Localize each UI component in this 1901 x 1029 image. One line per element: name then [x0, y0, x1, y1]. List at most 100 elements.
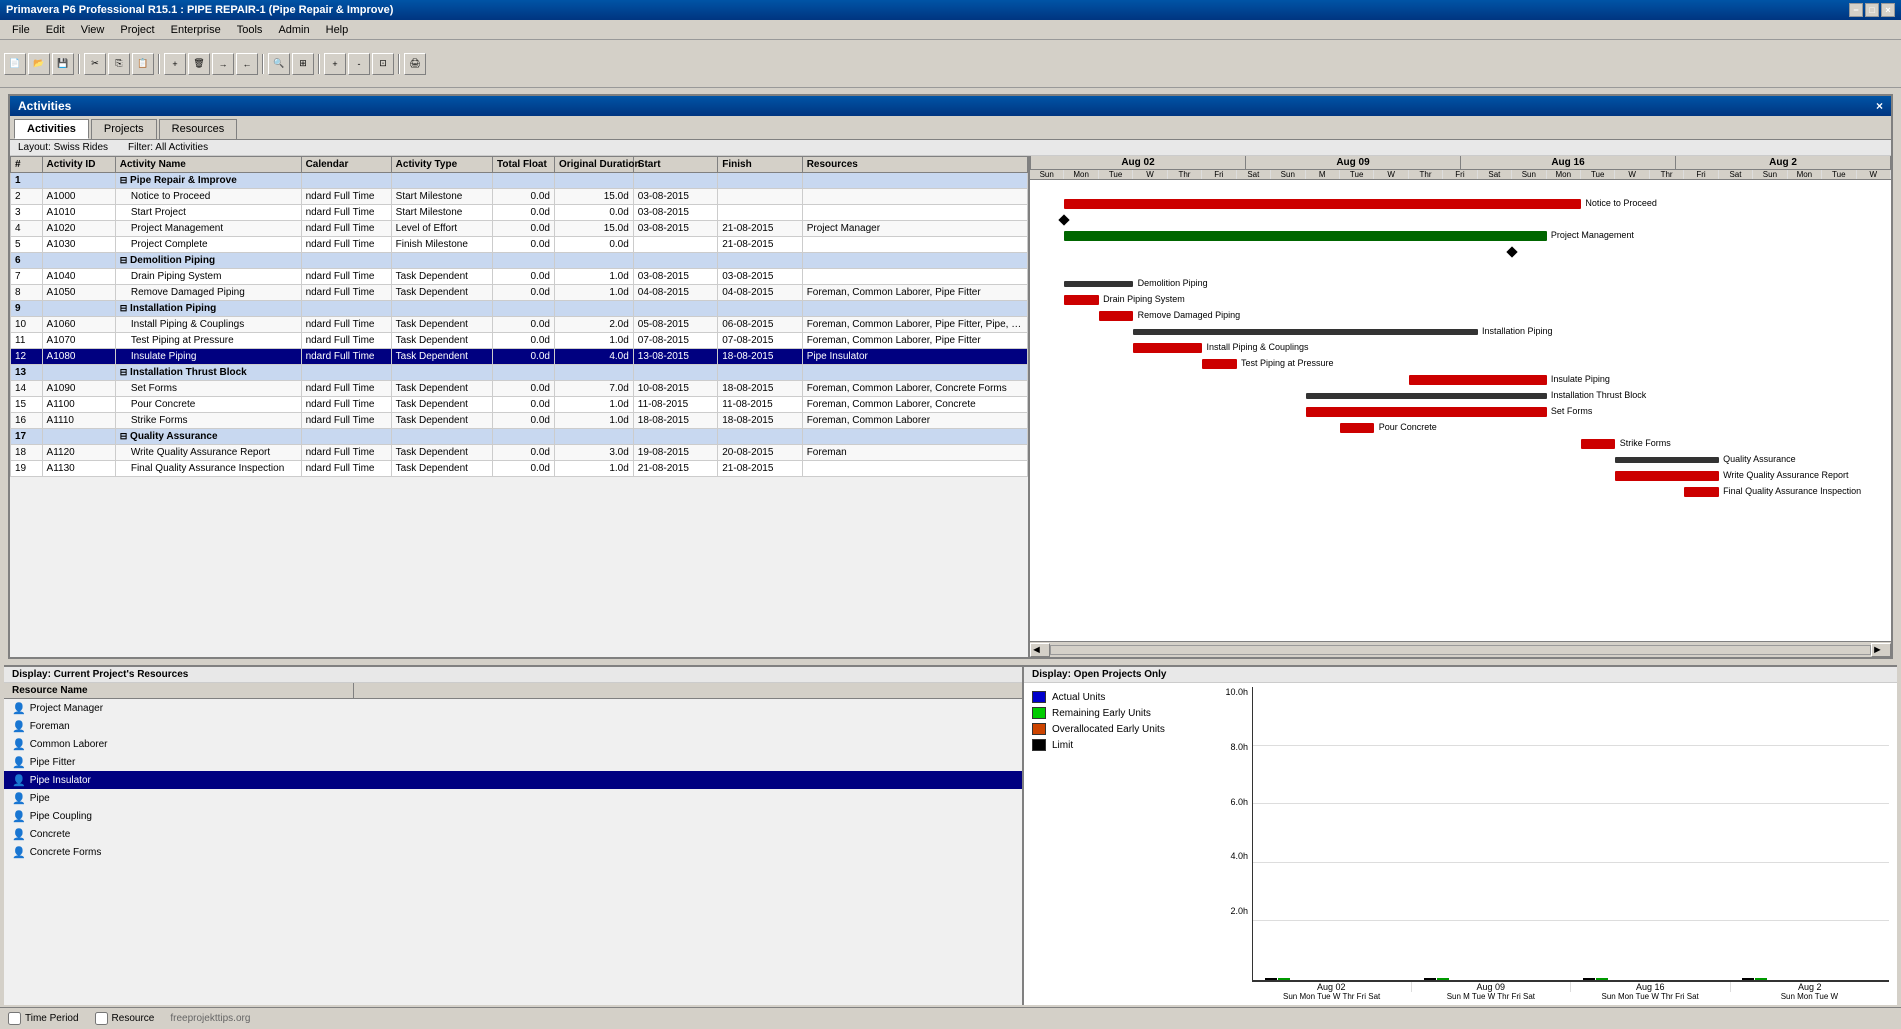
gantt-day-24: W	[1857, 170, 1891, 179]
table-row[interactable]: 17 ⊟ Quality Assurance	[11, 429, 1028, 445]
col-header-num[interactable]: #	[11, 157, 43, 173]
cell-res: Foreman, Common Laborer, Pipe Fitter	[802, 333, 1027, 349]
menu-file[interactable]: File	[4, 22, 38, 38]
cell-id: A1050	[42, 285, 115, 301]
tab-resources[interactable]: Resources	[159, 119, 238, 139]
resource-label: Resource	[112, 1013, 155, 1024]
resource-item[interactable]: 👤Foreman	[4, 717, 1022, 735]
table-row[interactable]: 1 ⊟ Pipe Repair & Improve	[11, 173, 1028, 189]
print-btn[interactable]: 🖨	[404, 53, 426, 75]
table-row[interactable]: 5 A1030 Project Complete ndard Full Time…	[11, 237, 1028, 253]
cell-name: ⊟ Installation Thrust Block	[115, 365, 301, 381]
delete-btn[interactable]: 🗑	[188, 53, 210, 75]
time-period-checkbox-item: Time Period	[8, 1012, 79, 1025]
menu-edit[interactable]: Edit	[38, 22, 73, 38]
minimize-btn[interactable]: −	[1849, 3, 1863, 17]
menu-project[interactable]: Project	[112, 22, 162, 38]
time-period-checkbox[interactable]	[8, 1012, 21, 1025]
table-row[interactable]: 15 A1100 Pour Concrete ndard Full Time T…	[11, 397, 1028, 413]
resource-item[interactable]: 👤Project Manager	[4, 699, 1022, 717]
resource-item[interactable]: 👤Common Laborer	[4, 735, 1022, 753]
col-header-type[interactable]: Activity Type	[391, 157, 492, 173]
zoom-in-btn[interactable]: +	[324, 53, 346, 75]
table-row[interactable]: 18 A1120 Write Quality Assurance Report …	[11, 445, 1028, 461]
resource-item[interactable]: 👤Concrete Forms	[4, 843, 1022, 861]
cell-res: Foreman	[802, 445, 1027, 461]
col-header-start[interactable]: Start	[633, 157, 717, 173]
outdent-btn[interactable]: ←	[236, 53, 258, 75]
table-row[interactable]: 3 A1010 Start Project ndard Full Time St…	[11, 205, 1028, 221]
table-row[interactable]: 14 A1090 Set Forms ndard Full Time Task …	[11, 381, 1028, 397]
menu-tools[interactable]: Tools	[229, 22, 271, 38]
menu-help[interactable]: Help	[318, 22, 357, 38]
open-btn[interactable]: 📂	[28, 53, 50, 75]
tab-activities[interactable]: Activities	[14, 119, 89, 139]
panel-title-bar: Activities ×	[10, 96, 1891, 116]
cell-id: A1020	[42, 221, 115, 237]
resource-item[interactable]: 👤Concrete	[4, 825, 1022, 843]
gantt-bar-row: Remove Damaged Piping	[1030, 308, 1891, 324]
add-btn[interactable]: +	[164, 53, 186, 75]
paste-btn[interactable]: 📋	[132, 53, 154, 75]
col-header-res[interactable]: Resources	[802, 157, 1027, 173]
cell-num: 16	[11, 413, 43, 429]
table-row[interactable]: 8 A1050 Remove Damaged Piping ndard Full…	[11, 285, 1028, 301]
cell-num: 1	[11, 173, 43, 189]
cell-cal: ndard Full Time	[301, 413, 391, 429]
filter-btn[interactable]: 🔍	[268, 53, 290, 75]
zoom-out-btn[interactable]: -	[348, 53, 370, 75]
col-header-float[interactable]: Total Float	[493, 157, 555, 173]
legend-overalloc: Overallocated Early Units	[1032, 723, 1196, 735]
resource-item[interactable]: 👤Pipe Fitter	[4, 753, 1022, 771]
fit-btn[interactable]: ⊡	[372, 53, 394, 75]
maximize-btn[interactable]: □	[1865, 3, 1879, 17]
table-row[interactable]: 9 ⊟ Installation Piping	[11, 301, 1028, 317]
cell-name: Project Management	[115, 221, 301, 237]
resource-item[interactable]: 👤Pipe	[4, 789, 1022, 807]
table-row[interactable]: 7 A1040 Drain Piping System ndard Full T…	[11, 269, 1028, 285]
table-row[interactable]: 13 ⊟ Installation Thrust Block	[11, 365, 1028, 381]
cell-finish: 11-08-2015	[718, 397, 802, 413]
menu-enterprise[interactable]: Enterprise	[163, 22, 229, 38]
table-row[interactable]: 12 A1080 Insulate Piping ndard Full Time…	[11, 349, 1028, 365]
table-row[interactable]: 4 A1020 Project Management ndard Full Ti…	[11, 221, 1028, 237]
table-row[interactable]: 16 A1110 Strike Forms ndard Full Time Ta…	[11, 413, 1028, 429]
col-header-dur[interactable]: Original Duration	[554, 157, 633, 173]
scroll-track[interactable]	[1050, 645, 1871, 655]
gantt-hscrollbar[interactable]: ◄ ►	[1030, 641, 1891, 657]
cell-float: 0.0d	[493, 381, 555, 397]
cell-res	[802, 429, 1027, 445]
menu-view[interactable]: View	[73, 22, 113, 38]
table-row[interactable]: 2 A1000 Notice to Proceed ndard Full Tim…	[11, 189, 1028, 205]
gantt-bar-row: Project Management	[1030, 228, 1891, 244]
resource-item[interactable]: 👤Pipe Coupling	[4, 807, 1022, 825]
cell-cal	[301, 301, 391, 317]
sep4	[318, 54, 320, 74]
table-row[interactable]: 10 A1060 Install Piping & Couplings ndar…	[11, 317, 1028, 333]
col-header-cal[interactable]: Calendar	[301, 157, 391, 173]
col-header-name[interactable]: Activity Name	[115, 157, 301, 173]
new-btn[interactable]: 📄	[4, 53, 26, 75]
copy-btn[interactable]: ⎘	[108, 53, 130, 75]
cut-btn[interactable]: ✂	[84, 53, 106, 75]
scroll-right-btn[interactable]: ►	[1871, 643, 1891, 657]
cell-start: 13-08-2015	[633, 349, 717, 365]
panel-close-btn[interactable]: ×	[1876, 99, 1883, 113]
menu-admin[interactable]: Admin	[270, 22, 317, 38]
table-row[interactable]: 11 A1070 Test Piping at Pressure ndard F…	[11, 333, 1028, 349]
table-row[interactable]: 19 A1130 Final Quality Assurance Inspect…	[11, 461, 1028, 477]
layout-btn[interactable]: ⊞	[292, 53, 314, 75]
resource-col-name[interactable]: Resource Name	[4, 683, 354, 698]
save-btn[interactable]: 💾	[52, 53, 74, 75]
table-row[interactable]: 6 ⊟ Demolition Piping	[11, 253, 1028, 269]
cell-name: ⊟ Demolition Piping	[115, 253, 301, 269]
cell-finish: 18-08-2015	[718, 349, 802, 365]
col-header-id[interactable]: Activity ID	[42, 157, 115, 173]
col-header-finish[interactable]: Finish	[718, 157, 802, 173]
scroll-left-btn[interactable]: ◄	[1030, 643, 1050, 657]
resource-item[interactable]: 👤Pipe Insulator	[4, 771, 1022, 789]
close-btn[interactable]: ×	[1881, 3, 1895, 17]
tab-projects[interactable]: Projects	[91, 119, 157, 139]
resource-checkbox[interactable]	[95, 1012, 108, 1025]
indent-btn[interactable]: →	[212, 53, 234, 75]
